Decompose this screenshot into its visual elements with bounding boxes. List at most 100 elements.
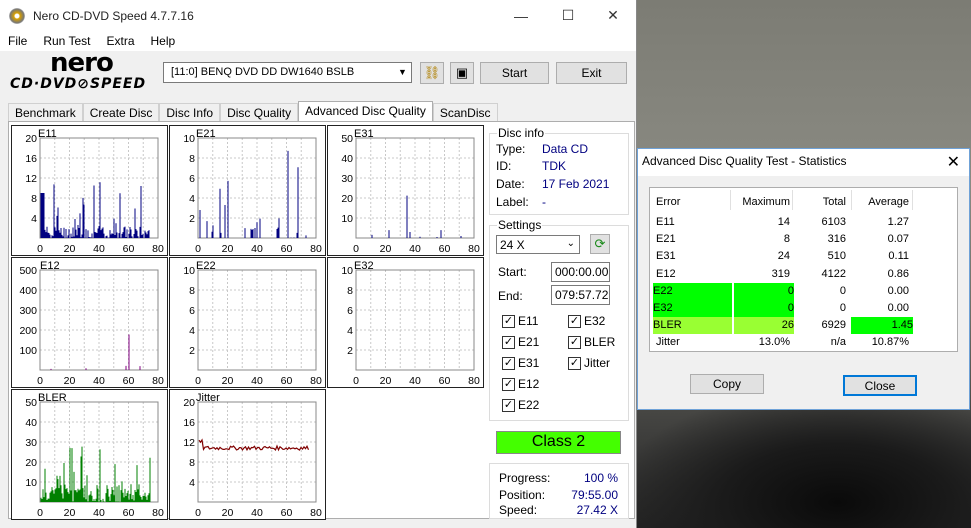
stat-cell: E22: [653, 282, 732, 300]
tab-create-disc[interactable]: Create Disc: [82, 103, 160, 122]
y-tick-label: 100: [19, 345, 37, 357]
refresh-speed-button[interactable]: ⟳: [590, 234, 610, 254]
chart-title: E31: [354, 128, 374, 140]
x-tick-label: 0: [353, 375, 359, 387]
end-field[interactable]: 079:57.72: [551, 285, 610, 305]
stat-cell: 24: [777, 250, 790, 263]
copy-button[interactable]: Copy: [690, 374, 764, 394]
x-tick-label: 0: [353, 243, 359, 255]
nero-logo: nero CD·DVD⊘SPEED: [10, 48, 160, 94]
save-button[interactable]: ▣: [450, 62, 474, 84]
y-tick-label: 20: [25, 457, 37, 469]
x-tick-label: 80: [152, 375, 164, 387]
y-tick-label: 10: [25, 477, 37, 489]
x-tick-label: 80: [310, 375, 322, 387]
y-tick-label: 8: [347, 285, 353, 297]
x-tick-label: 20: [64, 375, 76, 387]
checkbox-label: E21: [518, 335, 540, 349]
y-tick-label: 12: [25, 173, 37, 185]
floppy-icon: ▣: [455, 65, 469, 80]
x-tick-label: 60: [439, 375, 451, 387]
drive-value: [11:0] BENQ DVD DD DW1640 BSLB: [171, 66, 355, 78]
chevron-down-icon: ⌄: [566, 238, 575, 249]
checkbox-jitter[interactable]: ✓ Jitter: [568, 356, 610, 370]
disc-label-key: Label:: [496, 195, 529, 209]
checkbox-e12[interactable]: ✓ E12: [502, 377, 539, 391]
y-tick-label: 50: [341, 133, 353, 145]
y-tick-label: 4: [189, 477, 195, 489]
chain-icon: ⛓: [423, 65, 441, 80]
checkbox-e31[interactable]: ✓ E31: [502, 356, 539, 370]
checkbox-e21[interactable]: ✓ E21: [502, 335, 539, 349]
chevron-down-icon: ▼: [398, 67, 407, 77]
x-tick-label: 60: [123, 243, 135, 255]
stat-cell: 4122: [821, 267, 846, 280]
start-key: Start:: [498, 265, 527, 279]
menu-run-test[interactable]: Run Test: [35, 34, 98, 48]
x-tick-label: 20: [64, 243, 76, 255]
plot-area: [39, 269, 159, 371]
y-tick-label: 6: [189, 305, 195, 317]
column-header: Total: [822, 196, 846, 208]
y-tick-label: 8: [31, 193, 37, 205]
menu-file[interactable]: File: [0, 34, 35, 48]
chart-e22-plot: 1086420 20 40 60 80: [183, 265, 322, 387]
stat-cell: 1.27: [887, 216, 909, 228]
dialog-title: Advanced Disc Quality Test - Statistics: [642, 154, 847, 168]
drive-select[interactable]: [11:0] BENQ DVD DD DW1640 BSLB ▼: [163, 62, 412, 83]
disc-id-key: ID:: [496, 159, 512, 173]
stat-cell: 0: [734, 282, 794, 300]
column-header: Average: [868, 196, 909, 208]
x-tick-label: 40: [409, 375, 421, 387]
plot-area: [197, 401, 317, 503]
stat-cell: 6103: [821, 216, 846, 228]
chart-jitter: 20 16 12 8 4 0 20 40 60 80 Jitter: [169, 389, 326, 520]
checkbox-label: E12: [518, 377, 540, 391]
disc-type-value: Data CD: [542, 142, 589, 156]
y-tick-label: 50: [25, 397, 37, 409]
close-window-button[interactable]: ✕: [590, 0, 636, 31]
x-tick-label: 80: [310, 507, 322, 519]
class-result-badge: Class 2: [496, 431, 621, 454]
chart-e11: 20 16 12 8 4 0 20 40 60 80 E11: [11, 125, 168, 256]
title-bar: Nero CD-DVD Speed 4.7.7.16 — ☐ ✕: [0, 0, 636, 31]
app-disc-icon: [9, 7, 25, 24]
y-tick-label: 10: [341, 265, 353, 277]
menu-extra[interactable]: Extra: [98, 34, 142, 48]
tab-benchmark[interactable]: Benchmark: [8, 103, 83, 122]
chart-e12: 500 400 300 200 100 0 20 40 60 80 E12: [11, 257, 168, 388]
x-tick-label: 0: [37, 243, 43, 255]
y-tick-label: 2: [347, 345, 353, 357]
tab-disc-quality[interactable]: Disc Quality: [220, 103, 299, 122]
stat-cell: 0.86: [887, 267, 909, 280]
disc-id-value: TDK: [542, 159, 566, 173]
menu-help[interactable]: Help: [143, 34, 184, 48]
checkbox-e22[interactable]: ✓ E22: [502, 398, 539, 412]
x-tick-label: 40: [251, 507, 263, 519]
close-button[interactable]: Close: [843, 375, 917, 396]
chart-e32-plot: 1086420 20 40 60 80: [341, 265, 480, 387]
stat-cell: 14: [777, 216, 790, 228]
speed-select[interactable]: 24 X ⌄: [496, 235, 580, 254]
y-tick-label: 10: [183, 133, 195, 145]
start-button[interactable]: Start: [480, 62, 549, 84]
tab-advanced-disc-quality[interactable]: Advanced Disc Quality: [298, 101, 433, 122]
maximize-button[interactable]: ☐: [545, 0, 591, 31]
y-tick-label: 30: [341, 173, 353, 185]
y-tick-label: 16: [183, 417, 195, 429]
plot-area: [355, 137, 475, 239]
exit-button[interactable]: Exit: [556, 62, 627, 84]
x-tick-label: 60: [281, 243, 293, 255]
close-icon[interactable]: ✕: [947, 152, 960, 172]
checkbox-e32[interactable]: ✓ E32: [568, 314, 605, 328]
tab-disc-info[interactable]: Disc Info: [159, 103, 221, 122]
stat-cell: Jitter: [656, 336, 680, 349]
chart-bler-plot: 50 40 30 20 10 0 20 40 60 80: [25, 397, 164, 519]
checkbox-e11[interactable]: ✓ E11: [502, 314, 538, 328]
stat-cell: E31: [656, 250, 676, 263]
drive-info-button[interactable]: ⛓: [420, 62, 444, 84]
tab-scandisc[interactable]: ScanDisc: [432, 103, 498, 122]
checkbox-bler[interactable]: ✓ BLER: [568, 335, 615, 349]
start-field[interactable]: 000:00.00: [551, 262, 610, 282]
minimize-button[interactable]: —: [498, 0, 544, 31]
